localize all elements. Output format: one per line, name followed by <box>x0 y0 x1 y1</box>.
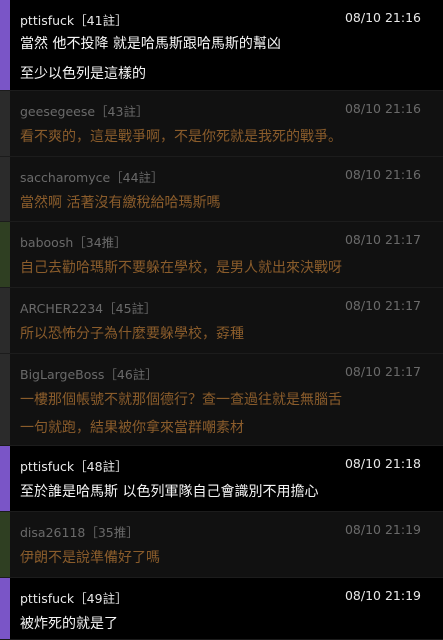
comment-bar <box>0 512 10 577</box>
comment-author[interactable]: baboosh［34推］ <box>20 232 127 251</box>
comment-author[interactable]: geesegeese［43註］ <box>20 101 148 120</box>
comment-time: 08/10 21:16 <box>344 167 421 182</box>
comment-time: 08/10 21:17 <box>344 298 421 313</box>
comment-text: 自己去勸哈瑪斯不要躲在學校，是男人就出來決戰呀 <box>20 260 342 276</box>
comment-list: pttisfuck［41註］ 08/10 21:16 當然 他不投降 就是哈馬斯… <box>0 0 443 640</box>
comment-author[interactable]: saccharomyce［44註］ <box>20 167 164 186</box>
comment-time: 08/10 21:17 <box>344 364 421 379</box>
comment-item: pttisfuck［41註］ 08/10 21:16 當然 他不投降 就是哈馬斯… <box>0 0 443 91</box>
comment-highlight-bar <box>0 0 10 90</box>
comment-text: 被炸死的就是了 <box>20 616 118 632</box>
comment-bar <box>0 91 10 156</box>
comment-time: 08/10 21:19 <box>344 588 421 603</box>
comment-author[interactable]: pttisfuck［49註］ <box>20 588 128 607</box>
comment-author[interactable]: BigLargeBoss［46註］ <box>20 364 158 383</box>
comment-time: 08/10 21:18 <box>344 456 421 471</box>
comment-item: disa26118［35推］ 08/10 21:19 伊朗不是說準備好了嗎 <box>0 512 443 578</box>
comment-item: baboosh［34推］ 08/10 21:17 自己去勸哈瑪斯不要躲在學校，是… <box>0 222 443 288</box>
comment-author[interactable]: pttisfuck［41註］ <box>20 10 128 29</box>
comment-author[interactable]: disa26118［35推］ <box>20 522 139 541</box>
comment-highlight-bar <box>0 446 10 511</box>
comment-text: 一句就跑，結果被你拿來當群嘲素材 <box>20 420 244 436</box>
comment-time: 08/10 21:16 <box>344 101 421 116</box>
comment-time: 08/10 21:19 <box>344 522 421 537</box>
comment-text: 所以恐怖分子為什麼要躲學校，孬種 <box>20 326 244 342</box>
comment-item: saccharomyce［44註］ 08/10 21:16 當然啊 活著沒有繳稅… <box>0 157 443 222</box>
comment-author[interactable]: ARCHER2234［45註］ <box>20 298 157 317</box>
comment-text: 伊朗不是說準備好了嗎 <box>20 550 160 566</box>
comment-item: pttisfuck［49註］ 08/10 21:19 被炸死的就是了 <box>0 578 443 640</box>
comment-text: 看不爽的，這是戰爭啊，不是你死就是我死的戰爭。 <box>20 129 342 145</box>
comment-bar <box>0 222 10 287</box>
comment-text: 當然 他不投降 就是哈馬斯跟哈馬斯的幫凶 <box>20 36 281 52</box>
comment-author[interactable]: pttisfuck［48註］ <box>20 456 128 475</box>
comment-highlight-bar <box>0 578 10 639</box>
comment-item: geesegeese［43註］ 08/10 21:16 看不爽的，這是戰爭啊，不… <box>0 91 443 157</box>
comment-bar <box>0 157 10 221</box>
comment-item: BigLargeBoss［46註］ 08/10 21:17 一樓那個帳號不就那個… <box>0 354 443 446</box>
comment-time: 08/10 21:16 <box>344 10 421 25</box>
comment-bar <box>0 354 10 445</box>
comment-item: pttisfuck［48註］ 08/10 21:18 至於誰是哈馬斯 以色列軍隊… <box>0 446 443 512</box>
comment-text: 當然啊 活著沒有繳稅給哈瑪斯嗎 <box>20 195 221 211</box>
comment-bar <box>0 288 10 353</box>
comment-time: 08/10 21:17 <box>344 232 421 247</box>
comment-text: 至於誰是哈馬斯 以色列軍隊自己會識別不用擔心 <box>20 484 319 500</box>
comment-text: 一樓那個帳號不就那個德行？查一查過往就是無腦舌 <box>20 392 342 408</box>
comment-item: ARCHER2234［45註］ 08/10 21:17 所以恐怖分子為什麼要躲學… <box>0 288 443 354</box>
comment-text: 至少以色列是這樣的 <box>20 66 146 82</box>
